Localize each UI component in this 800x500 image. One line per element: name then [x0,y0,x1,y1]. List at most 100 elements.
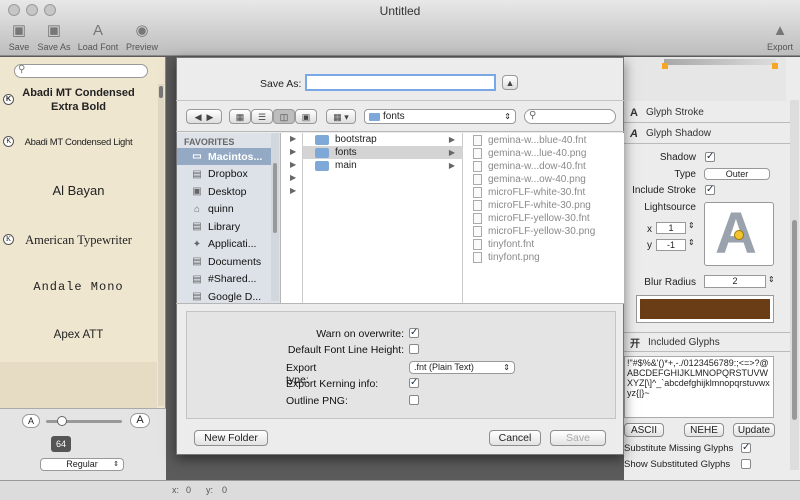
folder-item[interactable]: bootstrap ▶ [303,133,463,146]
file-item[interactable]: gemina-w...lue-40.png [463,147,613,160]
font-list-scrollbar[interactable] [158,84,164,406]
sidebar-item[interactable]: ▭ Macintos... [190,148,270,165]
folder-icon: ▤ [192,168,202,180]
desktop-icon: ▣ [192,186,202,197]
folder-item[interactable]: main ▶ [303,159,463,172]
collapse-dialog-button[interactable]: ▲ [502,75,518,90]
file-item[interactable]: microFLF-yellow-30.png [463,225,613,238]
font-search-input[interactable]: ⚲ [14,64,148,78]
show-substituted-checkbox[interactable] [741,459,751,469]
settings-scrollbar[interactable] [790,100,799,470]
sidebar-item[interactable]: ▤ Documents [190,253,270,270]
save-as-button[interactable]: ▣ Save As [36,22,72,52]
default-line-height-checkbox[interactable] [409,344,419,354]
sidebar-item[interactable]: ▤ #Shared... [190,271,270,288]
arrange-button[interactable]: ▦ ▾ [326,109,356,124]
shadow-checkbox[interactable]: ✓ [705,152,715,162]
increase-size-button[interactable]: A [130,413,150,428]
outline-png-label: Outline PNG: [286,395,348,407]
view-columns-button[interactable]: ◫ [273,109,295,124]
view-coverflow-button[interactable]: ▣ [295,109,317,124]
font-style-select[interactable]: Regular ⇕ [40,458,124,471]
file-item[interactable]: tinyfont.png [463,251,613,264]
export-button[interactable]: ▲ Export [764,22,796,52]
file-item[interactable]: gemina-w...blue-40.fnt [463,134,613,147]
disclosure-arrow-icon[interactable]: ▶ [290,160,296,169]
sidebar-item-label: Applicati... [208,238,257,250]
sidebar-item[interactable]: ▤ Dropbox [190,166,270,183]
file-item[interactable]: gemina-w...ow-40.png [463,173,613,186]
favorites-header: FAVORITES [184,137,235,147]
preview-button[interactable]: ◉ Preview [124,22,160,52]
file-item[interactable]: microFLF-yellow-30.fnt [463,212,613,225]
size-slider-knob[interactable] [57,416,67,426]
font-list-item[interactable]: K American Typewriter [0,218,157,262]
sidebar-scrollbar[interactable] [271,133,279,301]
export-kerning-checkbox[interactable]: ✓ [409,378,419,388]
font-list-item[interactable]: Andale Mono [0,264,157,310]
disclosure-arrow-icon[interactable]: ▶ [290,147,296,156]
scrollbar-thumb[interactable] [273,163,277,233]
filename-input[interactable] [305,74,496,91]
scrollbar-thumb[interactable] [792,220,797,420]
save-dialog-button[interactable]: Save [550,430,606,446]
parent-column [281,133,303,303]
disclosure-arrow-icon[interactable]: ▶ [290,186,296,195]
lightsource-x-input[interactable]: 1 [656,222,686,234]
font-list-item[interactable]: Apex ATT [0,312,157,358]
sidebar-item[interactable]: ▤ Library [190,218,270,235]
stepper-icon[interactable]: ⇕ [688,221,695,230]
save-button[interactable]: ▣ Save [4,22,34,52]
font-list-item[interactable]: K Abadi MT Condensed Light [0,126,157,158]
blur-radius-input[interactable]: 2 [704,275,766,288]
glyph-shadow-section[interactable]: A Glyph Shadow [624,124,790,144]
sidebar-item[interactable]: ▣ Desktop [190,183,270,200]
disclosure-arrow-icon[interactable]: ▶ [290,134,296,143]
load-font-button[interactable]: A Load Font [76,22,120,52]
warn-overwrite-checkbox[interactable]: ✓ [409,328,419,338]
new-folder-button[interactable]: New Folder [194,430,268,446]
included-glyphs-textarea[interactable]: !"#$%&'()*+,-./0123456789:;<=>?@ABCDEFGH… [624,356,774,418]
back-forward-buttons[interactable]: ◀ ▶ [186,109,222,124]
folder-item[interactable]: fonts ▶ [303,146,463,159]
cancel-button[interactable]: Cancel [489,430,541,446]
export-icon: ▲ [772,22,788,39]
view-icons-button[interactable]: ▦ [229,109,251,124]
substitute-missing-checkbox[interactable]: ✓ [741,443,751,453]
chevron-up-icon: ▲ [505,78,515,88]
sidebar-item-label: quinn [208,203,234,215]
gradient-bar[interactable] [664,59,776,65]
nehe-button[interactable]: NEHE [684,423,724,437]
update-button[interactable]: Update [733,423,775,437]
stepper-icon[interactable]: ⇕ [688,238,695,247]
include-stroke-checkbox[interactable]: ✓ [705,185,715,195]
dialog-search-input[interactable]: ⚲ [524,109,616,124]
font-list-item[interactable]: K Abadi MT Condensed Extra Bold [0,82,157,118]
sidebar-item-label: Macintos... [208,150,263,163]
font-list-item[interactable]: Al Bayan [0,168,157,212]
export-type-select[interactable]: .fnt (Plain Text) ⇕ [409,361,515,374]
ascii-button[interactable]: ASCII [624,423,664,437]
file-item[interactable]: tinyfont.fnt [463,238,613,251]
file-item[interactable]: gemina-w...dow-40.fnt [463,160,613,173]
path-popup[interactable]: fonts ⇕ [364,109,516,124]
shadow-color-well[interactable] [636,295,774,323]
shadow-type-select[interactable]: Outer [704,168,770,180]
glyph-stroke-section[interactable]: A Glyph Stroke [624,103,790,123]
lightsource-preview[interactable]: A [704,202,774,266]
lightsource-handle[interactable] [734,230,744,240]
shadow-label: Shadow [659,152,696,163]
sidebar-item[interactable]: ⌂ quinn [190,201,270,218]
view-list-button[interactable]: ☰ [251,109,273,124]
gradient-stop-left[interactable] [662,63,668,69]
lightsource-y-input[interactable]: -1 [656,239,686,251]
decrease-size-button[interactable]: A [22,414,40,428]
stepper-icon[interactable]: ⇕ [768,275,775,284]
file-item[interactable]: microFLF-white-30.png [463,199,613,212]
sidebar-item[interactable]: ✦ Applicati... [190,236,270,253]
outline-png-checkbox[interactable] [409,395,419,405]
file-item[interactable]: microFLF-white-30.fnt [463,186,613,199]
scrollbar-thumb[interactable] [159,86,163,98]
gradient-stop-right[interactable] [772,63,778,69]
disclosure-arrow-icon[interactable]: ▶ [290,173,296,182]
